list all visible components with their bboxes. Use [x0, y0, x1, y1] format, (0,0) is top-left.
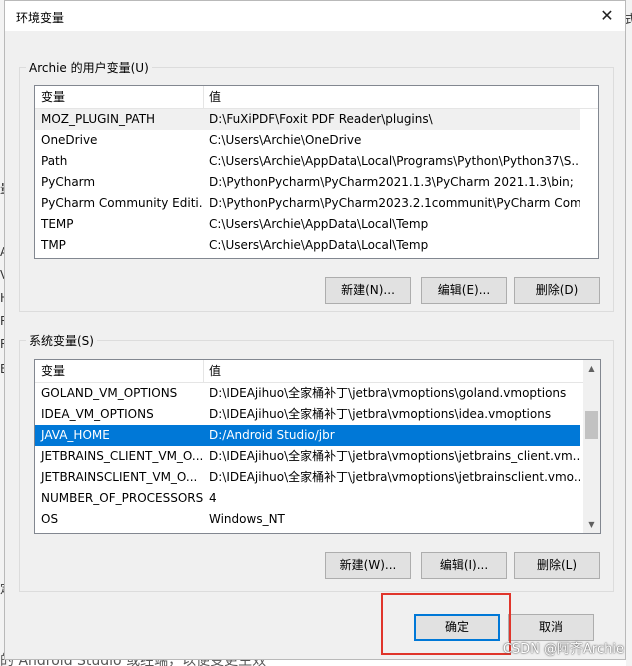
table-row[interactable]: NUMBER_OF_PROCESSORS 4 [35, 488, 580, 509]
table-row[interactable]: TMP C:\Users\Archie\AppData\Local\Temp [35, 235, 580, 256]
user-new-button[interactable]: 新建(N)... [325, 277, 411, 304]
system-variables-list[interactable]: 变量 值 GOLAND_VM_OPTIONS D:\IDEAjihuo\全家桶补丁… [34, 359, 601, 534]
table-row[interactable]: PyCharm D:\PythonPycharm\PyCharm2021.1.3\… [35, 172, 580, 193]
user-variables-group: Archie 的用户变量(U) 变量 值 MOZ_PLUGIN_PATH D:\F… [19, 59, 614, 312]
table-row[interactable]: JETBRAINSCLIENT_VM_O... D:\IDEAjihuo\全家桶补… [35, 467, 580, 488]
variable-name-cell: NUMBER_OF_PROCESSORS [41, 491, 203, 505]
variable-name-cell: OS [41, 512, 59, 526]
variable-name-cell: PyCharm [41, 175, 96, 189]
variable-name-cell: TEMP [41, 217, 74, 231]
variable-value-cell: D:/Android Studio/jbr [209, 428, 335, 442]
variable-value-cell: C:\Users\Archie\OneDrive [209, 133, 362, 147]
environment-variables-dialog: 环境变量 ✕ Archie 的用户变量(U) 变量 值 MOZ_PLUGIN_P… [4, 0, 626, 660]
user-variables-list[interactable]: 变量 值 MOZ_PLUGIN_PATH D:\FuXiPDF\Foxit PDF… [34, 85, 599, 259]
variable-value-cell: D:\IDEAjihuo\全家桶补丁\jetbra\vmoptions\jetb… [209, 449, 580, 463]
variable-name-cell: JAVA_HOME [41, 428, 110, 442]
close-icon[interactable]: ✕ [595, 5, 619, 27]
variable-value-cell: Windows_NT [209, 512, 285, 526]
variable-value-cell: C:\Users\Archie\AppData\Local\Temp [209, 217, 429, 231]
table-row[interactable]: Path C:\Users\Archie\AppData\Local\Progra… [35, 151, 580, 172]
table-row[interactable]: GOLAND_VM_OPTIONS D:\IDEAjihuo\全家桶补丁\jetb… [35, 383, 580, 404]
variable-value-cell: D:\FuXiPDF\Foxit PDF Reader\plugins\ [209, 112, 433, 126]
variable-value-cell: D:\IDEAjihuo\全家桶补丁\jetbra\vmoptions\gola… [209, 386, 567, 400]
system-variables-label: 系统变量(S) [26, 332, 97, 349]
system-list-scrollbar[interactable]: ▲ ▼ [583, 360, 600, 533]
column-header-name[interactable]: 变量 [35, 86, 203, 108]
table-row[interactable]: OneDrive C:\Users\Archie\OneDrive [35, 130, 580, 151]
watermark: CSDN @阿齐Archie [502, 642, 624, 657]
dialog-title: 环境变量 [16, 11, 65, 25]
variable-value-cell: D:\IDEAjihuo\全家桶补丁\jetbra\vmoptions\jetb… [209, 470, 580, 484]
system-variables-group: 系统变量(S) 变量 值 GOLAND_VM_OPTIONS D:\IDEAjih… [19, 332, 614, 592]
table-row[interactable]: OS Windows_NT [35, 509, 580, 530]
table-row[interactable]: IDEA_VM_OPTIONS D:\IDEAjihuo\全家桶补丁\jetbra… [35, 404, 580, 425]
table-row[interactable]: JAVA_HOME D:/Android Studio/jbr [35, 425, 580, 446]
table-row[interactable]: TEMP C:\Users\Archie\AppData\Local\Temp [35, 214, 580, 235]
system-list-header: 变量 值 [35, 360, 600, 383]
variable-name-cell: OneDrive [41, 133, 98, 147]
scroll-up-arrow-icon[interactable]: ▲ [583, 360, 600, 377]
variable-name-cell: Path [41, 154, 68, 168]
cancel-button[interactable]: 取消 [508, 614, 594, 641]
variable-value-cell: D:\PythonPycharm\PyCharm2023.2.1communit… [209, 196, 580, 210]
system-edit-button[interactable]: 编辑(I)... [421, 552, 507, 579]
user-list-header: 变量 值 [35, 86, 598, 109]
variable-name-cell: TMP [41, 238, 66, 252]
scroll-down-arrow-icon[interactable]: ▼ [583, 516, 600, 533]
variable-name-cell: GOLAND_VM_OPTIONS [41, 386, 178, 400]
ok-button[interactable]: 确定 [414, 614, 500, 641]
variable-name-cell: PyCharm Community Editi... [41, 196, 203, 210]
variable-name-cell: MOZ_PLUGIN_PATH [41, 112, 156, 126]
user-variables-label: Archie 的用户变量(U) [26, 59, 152, 76]
system-delete-button[interactable]: 删除(L) [514, 552, 600, 579]
variable-value-cell: C:\Users\Archie\AppData\Local\Programs\P… [209, 154, 580, 168]
variable-name-cell: IDEA_VM_OPTIONS [41, 407, 154, 421]
system-new-button[interactable]: 新建(W)... [325, 552, 411, 579]
title-bar: 环境变量 ✕ [5, 1, 625, 31]
table-row[interactable]: JETBRAINS_CLIENT_VM_O... D:\IDEAjihuo\全家桶… [35, 446, 580, 467]
variable-value-cell: C:\Users\Archie\AppData\Local\Temp [209, 238, 429, 252]
background-window-right [626, 0, 632, 666]
variable-name-cell: JETBRAINS_CLIENT_VM_O... [41, 449, 203, 463]
user-edit-button[interactable]: 编辑(E)... [421, 277, 507, 304]
table-row[interactable]: MOZ_PLUGIN_PATH D:\FuXiPDF\Foxit PDF Read… [35, 109, 580, 130]
column-header-name[interactable]: 变量 [35, 360, 203, 382]
table-row[interactable]: PyCharm Community Editi... D:\PythonPycha… [35, 193, 580, 214]
variable-value-cell: D:\IDEAjihuo\全家桶补丁\jetbra\vmoptions\idea… [209, 407, 552, 421]
column-header-value[interactable]: 值 [203, 360, 583, 382]
column-header-value[interactable]: 值 [203, 86, 583, 108]
user-delete-button[interactable]: 删除(D) [514, 277, 600, 304]
variable-value-cell: 4 [209, 491, 217, 505]
scrollbar-thumb[interactable] [585, 411, 598, 439]
variable-name-cell: JETBRAINSCLIENT_VM_O... [41, 470, 198, 484]
variable-value-cell: D:\PythonPycharm\PyCharm2021.1.3\PyCharm… [209, 175, 574, 189]
